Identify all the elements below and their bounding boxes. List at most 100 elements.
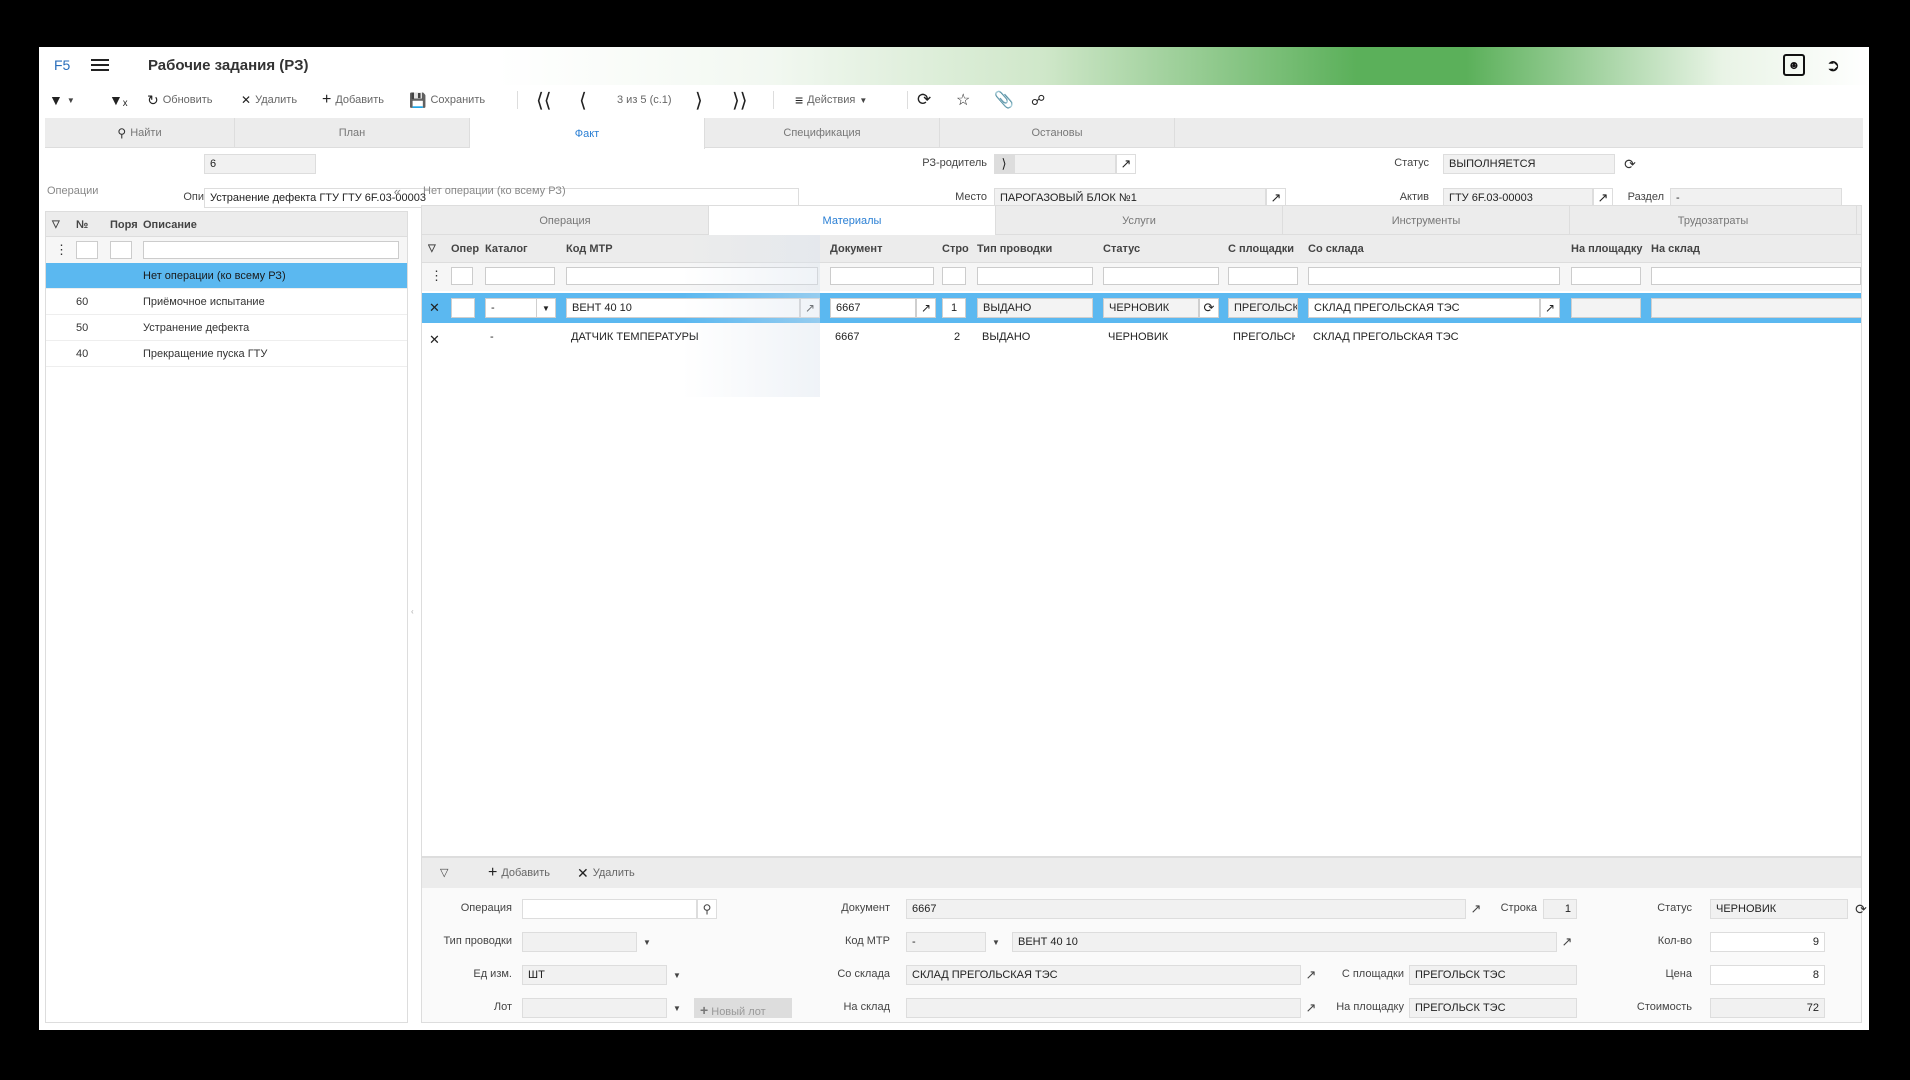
tab-fact[interactable]: Факт: [470, 118, 705, 149]
filter-icon[interactable]: ▽: [440, 866, 448, 879]
lot-select[interactable]: [522, 998, 667, 1018]
col-from-wh[interactable]: Со склада: [1308, 243, 1558, 255]
kod-open-icon[interactable]: ↗: [1557, 932, 1577, 952]
filter-type-input[interactable]: [977, 267, 1093, 285]
col-desc[interactable]: Описание: [143, 219, 197, 231]
filter-oper-input[interactable]: [451, 267, 473, 285]
grid-filter-toggle-icon[interactable]: ▽: [428, 243, 436, 254]
line-field[interactable]: 1: [1543, 899, 1577, 919]
tab-find[interactable]: ⚲ Найти: [45, 118, 235, 148]
col-order[interactable]: Поря: [110, 219, 138, 231]
row-to-wh-field[interactable]: [1651, 298, 1861, 318]
filter-status-input[interactable]: [1103, 267, 1219, 285]
table-row[interactable]: ✕ - ▼ ВЕНТ 40 10 ↗ 6667 ↗ 1 ВЫДАНО ЧЕРНО…: [422, 293, 1861, 323]
prev-page-button[interactable]: ⟨: [579, 90, 587, 112]
filter-from-wh-input[interactable]: [1308, 267, 1560, 285]
row-to-site-field[interactable]: [1571, 298, 1641, 318]
filter-from-site-input[interactable]: [1228, 267, 1298, 285]
filter-num-input[interactable]: [76, 241, 98, 259]
search-icon[interactable]: ⚲: [697, 899, 717, 919]
filter-to-wh-input[interactable]: [1651, 267, 1861, 285]
filter-line-input[interactable]: [942, 267, 966, 285]
save-button[interactable]: 💾 Сохранить: [409, 91, 485, 109]
kod-field[interactable]: ВЕНТ 40 10: [1012, 932, 1557, 952]
refresh-button[interactable]: ↻ Обновить: [147, 91, 213, 109]
first-page-button[interactable]: ⟨⟨: [536, 90, 552, 112]
col-doc[interactable]: Документ: [830, 243, 930, 255]
tab-materials[interactable]: Материалы: [709, 206, 996, 235]
clear-filter-button[interactable]: ▼ₓ: [109, 91, 127, 109]
from-site-field[interactable]: ПРЕГОЛЬСК ТЭС: [1409, 965, 1577, 985]
chevron-down-icon[interactable]: ▼: [536, 298, 556, 318]
catalog-select[interactable]: -: [906, 932, 986, 952]
favorite-button[interactable]: ☆: [956, 91, 970, 109]
collapse-icon[interactable]: «: [394, 184, 401, 199]
detail-delete-button[interactable]: ✕ Удалить: [577, 864, 635, 882]
col-catalog[interactable]: Каталог: [485, 243, 547, 255]
row-catalog-select[interactable]: -: [485, 298, 537, 318]
unit-select[interactable]: ШТ: [522, 965, 667, 985]
kebab-icon[interactable]: ⋮: [55, 242, 68, 258]
filter-to-site-input[interactable]: [1571, 267, 1641, 285]
status-change-icon[interactable]: ⟳: [1853, 901, 1869, 917]
row-delete-icon[interactable]: ✕: [429, 300, 440, 316]
filter-desc-input[interactable]: [143, 241, 399, 259]
chevron-down-icon[interactable]: ▼: [986, 932, 1006, 952]
parent-expand-button[interactable]: ⟩: [994, 154, 1014, 174]
chevron-down-icon[interactable]: ▼: [637, 932, 657, 952]
add-button[interactable]: + Добавить: [322, 91, 384, 109]
col-to-wh[interactable]: На склад: [1651, 243, 1851, 255]
row-oper-input[interactable]: [451, 298, 475, 318]
price-field[interactable]: 8: [1710, 965, 1825, 985]
menu-icon[interactable]: [91, 56, 109, 72]
status-change-icon[interactable]: ⟳: [1199, 298, 1219, 318]
row-kod-input[interactable]: ВЕНТ 40 10: [566, 298, 800, 318]
user-profile-icon[interactable]: ☻: [1783, 54, 1805, 76]
last-page-button[interactable]: ⟩⟩: [732, 90, 748, 112]
kebab-icon[interactable]: ⋮: [430, 268, 443, 284]
operation-field[interactable]: [522, 899, 697, 919]
to-site-field[interactable]: ПРЕГОЛЬСК ТЭС: [1409, 998, 1577, 1018]
row-line-input[interactable]: 1: [942, 298, 966, 318]
parent-field[interactable]: [1014, 154, 1116, 174]
filter-kod-input[interactable]: [566, 267, 818, 285]
col-line[interactable]: Стро: [942, 243, 972, 255]
tab-specification[interactable]: Спецификация: [705, 118, 940, 148]
tab-tools[interactable]: Инструменты: [1283, 206, 1570, 235]
col-to-site[interactable]: На площадку: [1571, 243, 1646, 255]
tab-services[interactable]: Услуги: [996, 206, 1283, 235]
doc-open-icon[interactable]: ↗: [1466, 899, 1486, 919]
logout-icon[interactable]: ➲: [1821, 54, 1845, 78]
table-row[interactable]: ✕ - ДАТЧИК ТЕМПЕРАТУРЫ 6667 2 ВЫДАНО ЧЕР…: [422, 323, 1861, 353]
from-wh-field[interactable]: СКЛАД ПРЕГОЛЬСКАЯ ТЭС: [906, 965, 1301, 985]
delete-button[interactable]: ✕ Удалить: [241, 91, 297, 109]
row-from-wh-input[interactable]: СКЛАД ПРЕГОЛЬСКАЯ ТЭС: [1308, 298, 1540, 318]
filter-button[interactable]: ▼ ▼: [49, 91, 75, 109]
hierarchy-button[interactable]: ☍: [1031, 91, 1045, 109]
kod-field[interactable]: 6: [204, 154, 316, 174]
filter-doc-input[interactable]: [830, 267, 934, 285]
new-lot-button[interactable]: + Новый лот: [694, 998, 792, 1018]
col-kod[interactable]: Код МТР: [566, 243, 766, 255]
row-doc-input[interactable]: 6667: [830, 298, 916, 318]
tab-labor[interactable]: Трудозатраты: [1570, 206, 1857, 235]
type-select[interactable]: [522, 932, 637, 952]
parent-open-icon[interactable]: ↗: [1116, 154, 1136, 174]
tab-plan[interactable]: План: [235, 118, 470, 148]
row-kod-open-icon[interactable]: ↗: [800, 298, 820, 318]
doc-field[interactable]: 6667: [906, 899, 1466, 919]
tab-stops[interactable]: Остановы: [940, 118, 1175, 148]
row-from-site-field[interactable]: ПРЕГОЛЬСК: [1228, 298, 1298, 318]
app-logo[interactable]: F5: [54, 57, 70, 73]
splitter-handle[interactable]: ‹: [411, 607, 414, 616]
to-wh-field[interactable]: [906, 998, 1301, 1018]
filter-order-input[interactable]: [110, 241, 132, 259]
row-from-wh-open-icon[interactable]: ↗: [1540, 298, 1560, 318]
row-delete-icon[interactable]: ✕: [429, 332, 440, 348]
chevron-down-icon[interactable]: ▼: [667, 965, 687, 985]
from-wh-open-icon[interactable]: ↗: [1301, 965, 1321, 985]
sync-button[interactable]: ⟳: [917, 90, 931, 109]
next-page-button[interactable]: ⟩: [695, 90, 703, 112]
col-from-site[interactable]: С площадки: [1228, 243, 1300, 255]
row-doc-open-icon[interactable]: ↗: [916, 298, 936, 318]
